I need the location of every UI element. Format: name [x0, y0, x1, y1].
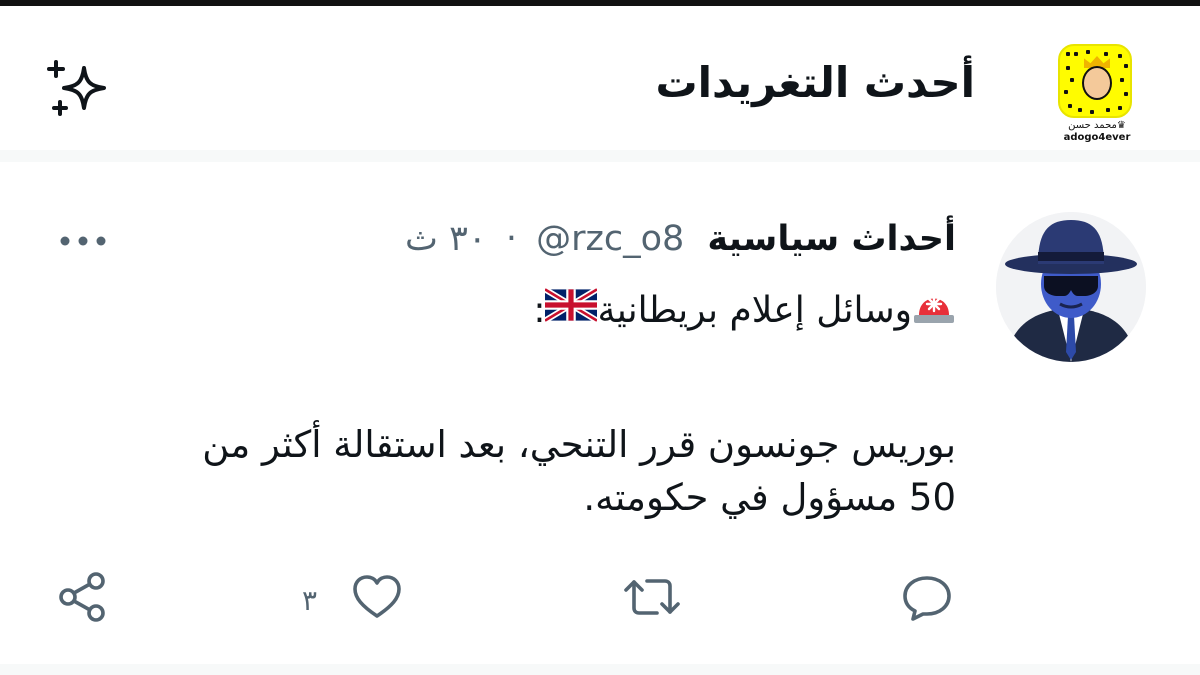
- author-handle[interactable]: @rzc_o8: [536, 219, 684, 259]
- bottom-divider: [0, 664, 1200, 675]
- like-count: ٣: [302, 584, 318, 617]
- profile-snapcode[interactable]: محمد حسن♛ adogo4ever: [1058, 44, 1136, 143]
- header-divider: [0, 150, 1200, 162]
- heart-icon: [350, 570, 404, 628]
- snapcode-name: محمد حسن♛: [1068, 120, 1126, 131]
- tweet-text-line-1: بوريس جونسون قرر التنحي، بعد استقالة أكث…: [202, 423, 956, 466]
- meta-separator: ·: [505, 219, 517, 259]
- retweet-button[interactable]: [622, 572, 682, 626]
- sparkle-icon[interactable]: [46, 58, 110, 122]
- timeline-header: محمد حسن♛ adogo4ever أحدث التغريدات: [0, 6, 1200, 148]
- intro-text: وسائل إعلام بريطانية: [597, 290, 912, 331]
- tweet-intro-line: وسائل إعلام بريطانية :: [533, 285, 956, 339]
- tweet-header: أحداث سياسية @rzc_o8 · ٣٠ ث: [405, 214, 956, 264]
- intro-colon: :: [533, 290, 546, 331]
- tweet-text-line-2: 50 مسؤول في حكومته.: [583, 476, 956, 519]
- reply-button[interactable]: [900, 572, 954, 626]
- tweet-timestamp[interactable]: ٣٠ ث: [405, 219, 487, 259]
- share-icon: [56, 570, 110, 628]
- uk-flag-icon: [543, 286, 600, 337]
- page-title: أحدث التغريدات: [655, 58, 975, 107]
- like-button[interactable]: [350, 572, 404, 626]
- police-light-icon: [912, 285, 956, 339]
- tweet-text: بوريس جونسون قرر التنحي، بعد استقالة أكث…: [96, 418, 956, 524]
- avatar[interactable]: [996, 212, 1146, 362]
- reply-icon: [900, 570, 954, 628]
- share-button[interactable]: [56, 572, 110, 626]
- snapcode-username: adogo4ever: [1063, 132, 1131, 143]
- retweet-icon: [622, 570, 682, 628]
- snapcode-caption: محمد حسن♛ adogo4ever: [1058, 120, 1136, 144]
- author-name[interactable]: أحداث سياسية: [707, 219, 956, 259]
- snapcode-image: [1058, 44, 1132, 118]
- more-icon[interactable]: [58, 226, 108, 256]
